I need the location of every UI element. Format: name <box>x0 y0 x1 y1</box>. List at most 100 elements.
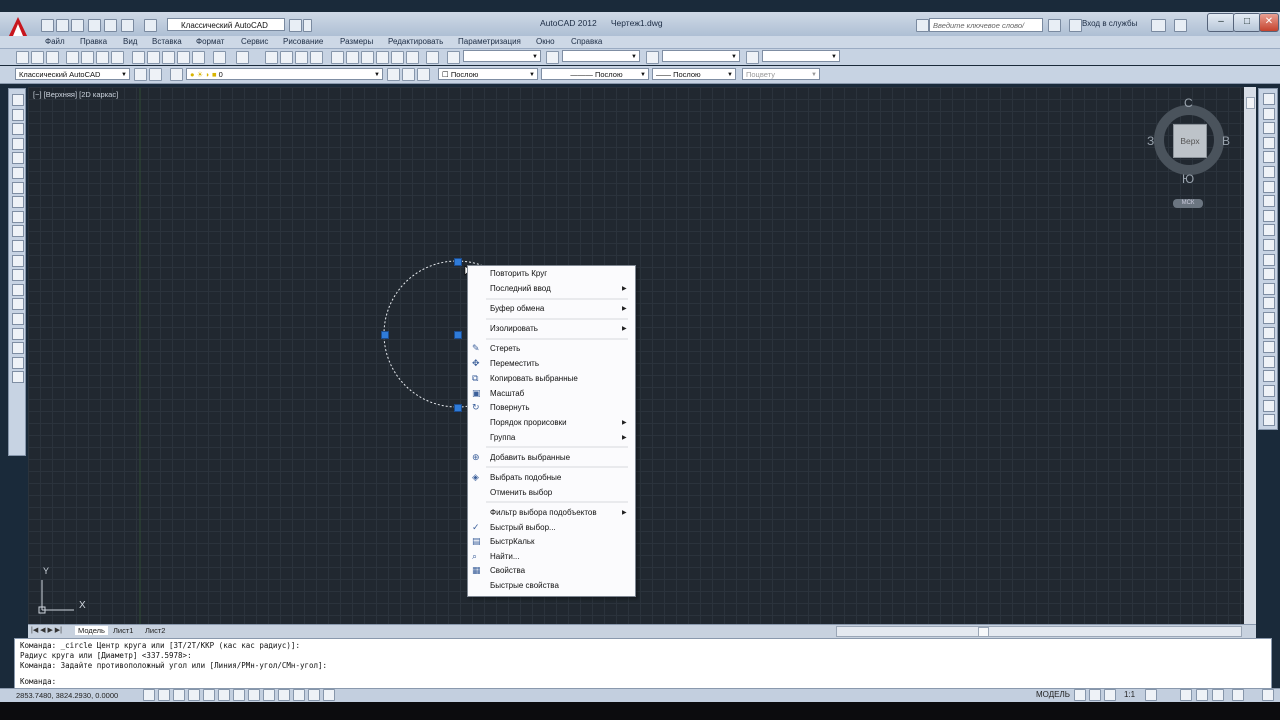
blend-icon[interactable] <box>1263 326 1275 339</box>
quick-view-layouts-icon[interactable] <box>1074 689 1086 701</box>
command-prompt[interactable]: Команда: <box>20 677 56 686</box>
above-object-icon[interactable] <box>1263 399 1275 412</box>
osnap-icon[interactable] <box>203 689 215 701</box>
circle-icon[interactable] <box>12 181 24 194</box>
viewcube-face[interactable]: Верх <box>1173 124 1207 158</box>
lock-icon[interactable] <box>1196 689 1208 701</box>
ellipse-arc-icon[interactable] <box>12 240 24 252</box>
circle-grip-center[interactable] <box>454 331 462 339</box>
circle-grip-top[interactable] <box>454 258 462 266</box>
revision-cloud-icon[interactable] <box>12 196 24 209</box>
context-menu-item[interactable]: Свойства <box>490 566 525 575</box>
context-menu-item[interactable]: Изолировать <box>490 324 538 333</box>
context-menu-item[interactable]: Фильтр выбора подобъектов <box>490 508 597 517</box>
snap-icon[interactable] <box>143 689 155 701</box>
viewcube-west[interactable]: З <box>1147 134 1154 148</box>
ellipse-icon[interactable] <box>12 225 24 238</box>
break-icon[interactable] <box>1263 268 1275 281</box>
annotation-visibility-icon[interactable] <box>1104 689 1116 701</box>
dyn-icon[interactable] <box>263 689 275 701</box>
below-object-icon[interactable] <box>1263 414 1275 427</box>
polar-icon[interactable] <box>188 689 200 701</box>
tpy-icon[interactable] <box>293 689 305 701</box>
extend-icon[interactable] <box>1263 239 1275 251</box>
tab-nav-icon[interactable]: |◀ ◀ ▶ ▶| <box>31 626 62 634</box>
context-menu-item[interactable]: Повернуть <box>490 403 530 412</box>
context-menu-item[interactable]: Стереть <box>490 344 520 353</box>
circle-grip-left[interactable] <box>381 331 389 339</box>
viewcube-north[interactable]: С <box>1184 96 1193 110</box>
context-menu-item[interactable]: Буфер обмена <box>490 304 544 313</box>
tab-sheet1[interactable]: Лист1 <box>113 626 133 635</box>
draworder-icon[interactable] <box>1263 355 1275 368</box>
hscroll-thumb[interactable] <box>978 627 989 637</box>
tab-sheet2[interactable]: Лист2 <box>145 626 165 635</box>
ducs-icon[interactable] <box>248 689 260 701</box>
context-menu-item[interactable]: Масштаб <box>490 389 524 398</box>
context-menu-item[interactable]: Быстрые свойства <box>490 581 559 590</box>
clean-screen-icon[interactable] <box>1262 689 1274 701</box>
point-icon[interactable] <box>12 283 24 296</box>
lweight-icon[interactable] <box>278 689 290 701</box>
context-menu-item[interactable]: Копировать выбранные <box>490 374 578 383</box>
region-icon[interactable] <box>12 327 24 340</box>
context-menu-item[interactable]: Группа <box>490 433 515 442</box>
rotate-icon[interactable] <box>1263 180 1275 193</box>
qp-icon[interactable] <box>308 689 320 701</box>
offset-icon[interactable] <box>1263 136 1275 149</box>
context-menu-item[interactable]: Найти... <box>490 552 520 561</box>
move-icon[interactable] <box>1263 166 1275 178</box>
coordinate-readout[interactable]: 2853.7480, 3824.2930, 0.0000 <box>16 691 118 700</box>
quick-view-drawings-icon[interactable] <box>1089 689 1101 701</box>
circle-grip-bottom[interactable] <box>454 404 462 412</box>
add-selected-icon[interactable] <box>12 371 24 384</box>
otrack-icon[interactable] <box>233 689 245 701</box>
spline-icon[interactable] <box>12 210 24 223</box>
hatch-icon[interactable] <box>12 298 24 311</box>
3dosnap-icon[interactable] <box>218 689 230 701</box>
rectangle-icon[interactable] <box>12 152 24 165</box>
stretch-icon[interactable] <box>1263 209 1275 222</box>
context-menu-item[interactable]: БыстрКальк <box>490 537 535 546</box>
viewcube-south[interactable]: Ю <box>1182 172 1194 186</box>
table-icon[interactable] <box>12 342 24 355</box>
polyline-icon[interactable] <box>12 123 24 136</box>
chamfer-icon[interactable] <box>1263 297 1275 310</box>
context-menu-item[interactable]: Отменить выбор <box>490 488 552 497</box>
insert-block-icon[interactable] <box>12 254 24 267</box>
context-menu-item[interactable]: Выбрать подобные <box>490 473 561 482</box>
tab-model[interactable]: Модель <box>75 626 108 635</box>
copy-icon[interactable] <box>1263 107 1275 120</box>
context-menu-item[interactable]: Повторить Круг <box>490 269 547 278</box>
scale-icon[interactable] <box>1263 195 1275 208</box>
ortho-icon[interactable] <box>173 689 185 701</box>
command-window[interactable]: Команда: _circle Центр круга или [3Т/2Т/… <box>14 638 1272 690</box>
sc-icon[interactable] <box>323 689 335 701</box>
viewcube[interactable]: Верх <box>1151 100 1227 176</box>
viewcube-east[interactable]: В <box>1222 134 1230 148</box>
line-icon[interactable] <box>12 94 24 106</box>
construction-line-icon[interactable] <box>12 108 24 121</box>
gradient-icon[interactable] <box>12 313 24 325</box>
make-block-icon[interactable] <box>12 269 24 282</box>
trim-icon[interactable] <box>1263 224 1275 237</box>
annotation-scale[interactable]: 1:1 <box>1124 690 1135 699</box>
vertical-scrollbar[interactable] <box>1244 87 1256 624</box>
send-back-icon[interactable] <box>1263 385 1275 397</box>
arc-icon[interactable] <box>12 167 24 179</box>
grid-icon[interactable] <box>158 689 170 701</box>
horizontal-scrollbar[interactable] <box>836 626 1242 637</box>
mirror-icon[interactable] <box>1263 122 1275 135</box>
scrollbar-thumb[interactable] <box>1246 97 1255 109</box>
hardware-accel-icon[interactable] <box>1212 689 1224 701</box>
context-menu-item[interactable]: Порядок прорисовки <box>490 418 567 427</box>
context-menu-item[interactable]: Быстрый выбор... <box>490 523 556 532</box>
text-icon[interactable] <box>12 356 24 369</box>
join-icon[interactable] <box>1263 282 1275 295</box>
explode-icon[interactable] <box>1263 341 1275 354</box>
array-icon[interactable] <box>1263 151 1275 164</box>
fillet-icon[interactable] <box>1263 312 1275 324</box>
wcs-menu[interactable]: МСК <box>1173 199 1203 208</box>
isolate-icon[interactable] <box>1232 689 1244 701</box>
auto-scale-icon[interactable] <box>1145 689 1157 701</box>
